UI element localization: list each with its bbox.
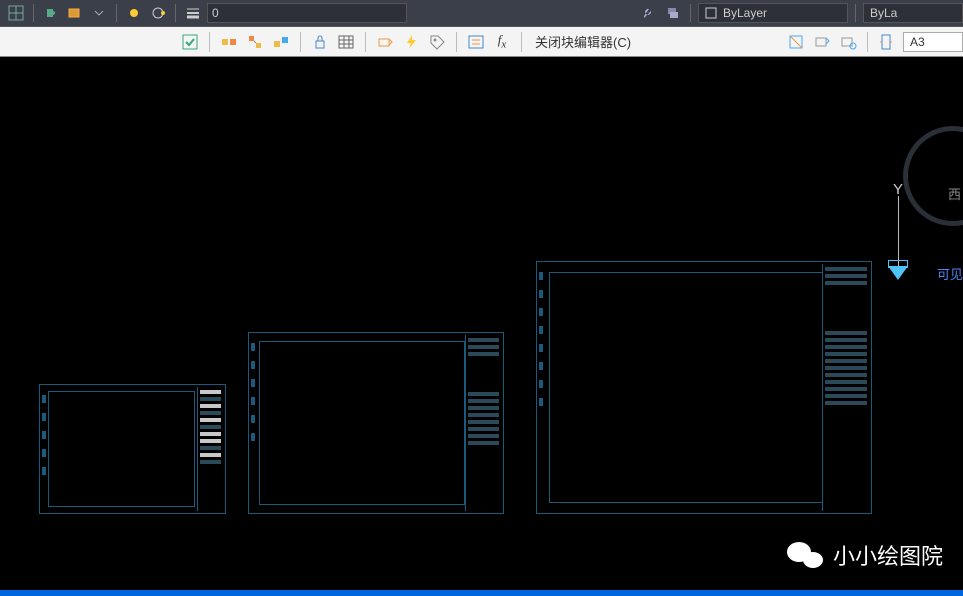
separator [867,32,868,52]
view1-icon[interactable] [786,32,806,52]
lineweight-icon[interactable] [183,3,203,23]
separator [175,4,176,22]
sun-icon[interactable] [124,3,144,23]
wrench-icon[interactable] [639,3,659,23]
watermark-text: 小小绘图院 [833,539,943,571]
param1-icon[interactable] [375,32,395,52]
dropdown-icon[interactable] [89,3,109,23]
drawing-frame-large[interactable] [536,261,872,514]
frame-left-markers [251,343,257,503]
title-block [465,335,501,511]
close-block-editor-button[interactable]: 关闭块编辑器(C) [535,32,631,51]
frame-inner-border [259,341,465,505]
separator [456,32,457,52]
visibility-grip-label: 可见 [937,264,963,283]
frame-inner-border [48,391,195,507]
attributes-icon[interactable] [466,32,486,52]
paper-format-icon[interactable] [877,32,897,52]
axis-arrow-icon[interactable] [888,266,908,280]
title-block [197,387,223,511]
separator [365,32,366,52]
separator [116,4,117,22]
viewcube-compass[interactable] [903,126,963,226]
view3-icon[interactable] [838,32,858,52]
separator [300,32,301,52]
paper-size-field[interactable]: A3 [903,32,963,52]
separator [855,4,856,22]
block-editor-toolbar: fx 关闭块编辑器(C) A3 [0,27,963,57]
title-block [822,264,869,511]
constraint3-icon[interactable] [271,32,291,52]
wechat-icon [787,540,823,570]
lineweight-field[interactable]: 0 [207,3,407,23]
paper-size-value: A3 [910,35,925,49]
constraint1-icon[interactable] [219,32,239,52]
bottom-accent-border [0,590,963,596]
puzzle-icon[interactable] [41,3,61,23]
drawing-frame-medium[interactable] [248,332,504,514]
layer-color-dropdown[interactable]: ByLayer [698,3,848,23]
linetype-label: ByLa [870,6,897,20]
compass-west-label: 西 [948,184,961,203]
watermark: 小小绘图院 [787,539,943,571]
frame-left-markers [539,272,545,503]
grid-icon[interactable] [6,3,26,23]
lineweight-value: 0 [212,6,219,20]
bolt-icon[interactable] [401,32,421,52]
constraint2-icon[interactable] [245,32,265,52]
linetype-dropdown[interactable]: ByLa [863,3,963,23]
save-block-icon[interactable] [180,32,200,52]
tag-icon[interactable] [427,32,447,52]
orbit-icon[interactable] [148,3,168,23]
view2-icon[interactable] [812,32,832,52]
fx-icon[interactable]: fx [492,32,512,52]
separator [33,4,34,22]
separator [690,4,691,22]
layers-icon[interactable] [65,3,85,23]
layer-label: ByLayer [723,6,767,20]
frame-inner-border [549,272,823,503]
stack-icon[interactable] [663,3,683,23]
properties-toolbar: 0 ByLayer ByLa [0,0,963,27]
table-icon[interactable] [336,32,356,52]
lock-icon[interactable] [310,32,330,52]
drawing-canvas[interactable]: 西 Y 可见 [0,66,963,596]
separator [209,32,210,52]
separator [521,32,522,52]
drawing-frame-small[interactable] [39,384,226,514]
